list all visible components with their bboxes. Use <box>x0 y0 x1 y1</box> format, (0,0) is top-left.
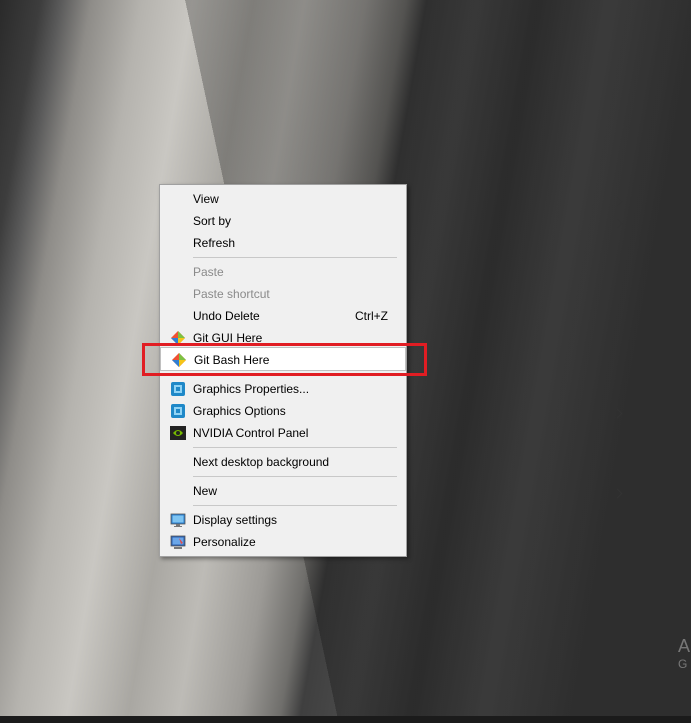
chevron-right-icon <box>386 192 623 207</box>
menu-item-view[interactable]: View <box>160 188 623 210</box>
menu-item-label: Refresh <box>193 236 236 250</box>
menu-item-label: Personalize <box>193 535 256 549</box>
menu-separator <box>193 505 397 506</box>
menu-item-label: Paste shortcut <box>193 287 270 301</box>
chevron-right-icon <box>386 404 623 419</box>
menu-item-label: New <box>193 484 218 498</box>
menu-item-label: Graphics Options <box>193 404 286 418</box>
menu-separator <box>193 257 397 258</box>
intel-graphics-icon <box>170 403 186 419</box>
menu-item-paste: Paste <box>160 261 406 283</box>
menu-item-display-settings[interactable]: Display settings <box>160 509 406 531</box>
menu-item-shortcut: Ctrl+Z <box>355 309 388 323</box>
menu-item-graphics-properties[interactable]: Graphics Properties... <box>160 378 406 400</box>
nvidia-icon <box>170 425 186 441</box>
menu-item-label: Undo Delete <box>193 309 260 323</box>
activation-watermark: A G <box>678 636 691 676</box>
chevron-right-icon <box>386 214 623 229</box>
menu-item-personalize[interactable]: Personalize <box>160 531 406 553</box>
menu-item-new[interactable]: New <box>160 480 623 502</box>
menu-item-label: Sort by <box>193 214 232 228</box>
menu-item-label: Display settings <box>193 513 278 527</box>
display-icon <box>170 512 186 528</box>
menu-item-refresh[interactable]: Refresh <box>160 232 406 254</box>
intel-graphics-icon <box>170 381 186 397</box>
taskbar <box>0 716 691 723</box>
watermark-line-2: G <box>678 657 688 671</box>
menu-item-nvidia-control-panel[interactable]: NVIDIA Control Panel <box>160 422 406 444</box>
menu-item-label: Next desktop background <box>193 455 330 469</box>
watermark-line-1: A <box>678 636 691 656</box>
menu-item-sort-by[interactable]: Sort by <box>160 210 623 232</box>
menu-item-label: Paste <box>193 265 224 279</box>
menu-item-label: NVIDIA Control Panel <box>193 426 309 440</box>
menu-item-paste-shortcut: Paste shortcut <box>160 283 406 305</box>
personalize-icon <box>170 534 186 550</box>
menu-separator <box>193 447 397 448</box>
menu-separator <box>193 476 397 477</box>
menu-item-label: View <box>193 192 219 206</box>
menu-item-graphics-options[interactable]: Graphics Options <box>160 400 623 422</box>
menu-item-undo-delete[interactable]: Undo Delete Ctrl+Z <box>160 305 406 327</box>
highlight-annotation-box <box>142 343 427 376</box>
chevron-right-icon <box>386 484 623 499</box>
menu-item-label: Graphics Properties... <box>193 382 310 396</box>
menu-item-next-desktop-background[interactable]: Next desktop background <box>160 451 406 473</box>
